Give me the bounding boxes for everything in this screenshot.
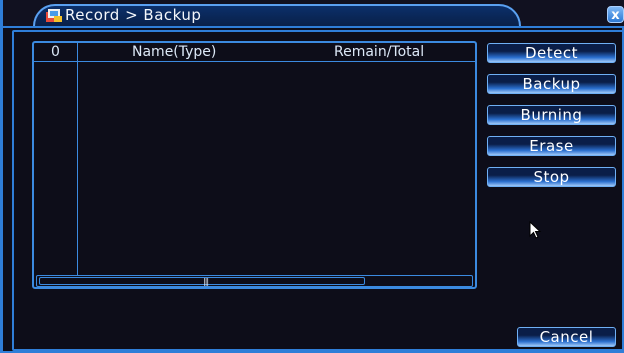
close-button[interactable]: x xyxy=(607,6,624,23)
record-app-icon xyxy=(46,9,62,22)
detect-button[interactable]: Detect xyxy=(487,43,616,63)
column-header-index: 0 xyxy=(51,44,60,60)
title-bar: Record > Backup x xyxy=(3,0,624,28)
device-table[interactable]: 0 Name(Type) Remain/Total ||| xyxy=(32,41,477,289)
column-divider xyxy=(77,43,78,275)
mouse-pointer-icon xyxy=(529,221,542,239)
cancel-button[interactable]: Cancel xyxy=(517,327,616,347)
column-header-name: Name(Type) xyxy=(132,44,217,60)
erase-button[interactable]: Erase xyxy=(487,136,616,156)
close-icon: x xyxy=(611,8,620,23)
title-divider xyxy=(3,26,624,28)
scroll-thumb[interactable]: ||| xyxy=(39,277,365,286)
burning-button[interactable]: Burning xyxy=(487,105,616,125)
scroll-grip-icon: ||| xyxy=(203,277,209,286)
window-title: Record > Backup xyxy=(65,6,202,24)
backup-button[interactable]: Backup xyxy=(487,74,616,94)
stop-button[interactable]: Stop xyxy=(487,167,616,187)
horizontal-scrollbar[interactable]: ||| xyxy=(36,275,473,287)
backup-window: Record > Backup x 0 Name(Type) Remain/To… xyxy=(0,0,624,353)
table-header: 0 Name(Type) Remain/Total xyxy=(34,43,475,62)
column-header-remain: Remain/Total xyxy=(334,44,425,60)
